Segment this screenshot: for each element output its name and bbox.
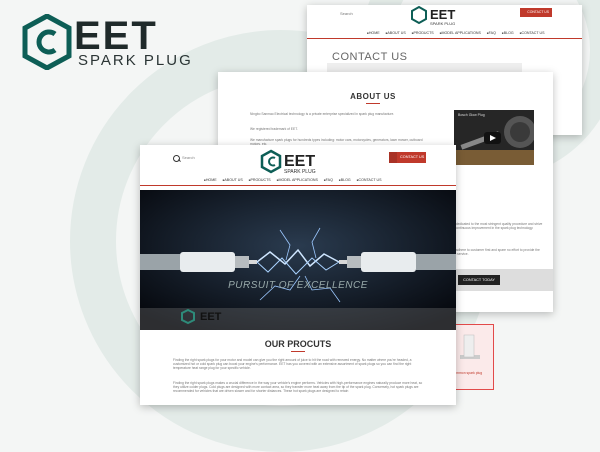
brand-logo: EET SPARK PLUG	[22, 14, 212, 72]
header-logo: EET SPARK PLUG	[411, 5, 455, 26]
nav-item-faq[interactable]: FAQ	[487, 31, 496, 35]
nav-item-blog[interactable]: BLOG	[502, 31, 514, 35]
svg-text:SPARK PLUG: SPARK PLUG	[430, 21, 455, 26]
hexagon-logo-icon	[22, 14, 72, 70]
nav-item-about[interactable]: ABOUT US	[223, 178, 242, 182]
hero-image	[140, 190, 456, 330]
nav-item-products[interactable]: PRODUCTS	[249, 178, 271, 182]
nav-divider	[307, 38, 582, 39]
screenshot-home-page: Search EET SPARK PLUG CONTACT US HOME AB…	[140, 145, 456, 405]
hero-banner: PURSUIT OF EXCELLENCE EET	[140, 190, 456, 330]
brand-subtitle: SPARK PLUG	[78, 52, 193, 69]
contact-us-button[interactable]: CONTACT US	[520, 8, 552, 17]
about-paragraph: We registered trademark of EET.	[250, 127, 298, 131]
nav-divider	[140, 185, 456, 186]
header-logo: EET SPARK PLUG	[260, 149, 316, 175]
nav-item-about[interactable]: ABOUT US	[386, 31, 405, 35]
contact-today-button[interactable]: CONTACT TODAY	[458, 275, 500, 285]
products-paragraph: Finding the right spark plugs makes a cr…	[173, 381, 423, 394]
hero-logo-text: EET	[200, 311, 222, 323]
nav-item-contact[interactable]: CONTACT US	[357, 178, 382, 182]
mail-icon	[389, 152, 397, 163]
play-button-icon[interactable]	[484, 132, 501, 144]
nav-bar: HOME ABOUT US PRODUCTS MODEL APPLICATION…	[204, 178, 382, 182]
about-paragraph: We dedicated to the most stringent quali…	[450, 222, 543, 230]
svg-text:EET: EET	[284, 153, 315, 170]
contact-us-button[interactable]: CONTACT US	[389, 152, 426, 163]
nav-item-contact[interactable]: CONTACT US	[520, 31, 545, 35]
nav-item-home[interactable]: HOME	[367, 31, 380, 35]
nav-item-faq[interactable]: FAQ	[324, 178, 333, 182]
section-underline	[366, 103, 380, 104]
video-title: Bosch Glow Plug	[458, 113, 485, 117]
about-paragraph: We adhere to customer first and spare no…	[450, 248, 540, 256]
page-title: CONTACT US	[332, 51, 408, 63]
video-player[interactable]: Bosch Glow Plug	[454, 110, 534, 165]
nav-item-model-applications[interactable]: MODEL APPLICATIONS	[440, 31, 481, 35]
nav-item-model-applications[interactable]: MODEL APPLICATIONS	[277, 178, 318, 182]
section-underline	[291, 351, 305, 352]
nav-item-blog[interactable]: BLOG	[339, 178, 351, 182]
nav-item-home[interactable]: HOME	[204, 178, 217, 182]
nav-bar: HOME ABOUT US PRODUCTS MODEL APPLICATION…	[367, 31, 545, 35]
products-paragraph: Finding the right spark plugs for your m…	[173, 358, 412, 371]
search-icon[interactable]	[173, 155, 180, 162]
section-title: ABOUT US	[350, 92, 396, 101]
section-title: OUR PROCUTS	[264, 339, 332, 349]
nav-item-products[interactable]: PRODUCTS	[412, 31, 434, 35]
hero-tagline: PURSUIT OF EXCELLENCE	[228, 280, 368, 291]
about-paragraph: Ningbo Sanmao Electrical technology is a…	[250, 112, 395, 116]
search-input[interactable]: Search	[340, 11, 353, 16]
svg-text:EET: EET	[430, 7, 455, 22]
svg-text:SPARK PLUG: SPARK PLUG	[284, 169, 316, 175]
search-input[interactable]: Search	[182, 155, 195, 160]
